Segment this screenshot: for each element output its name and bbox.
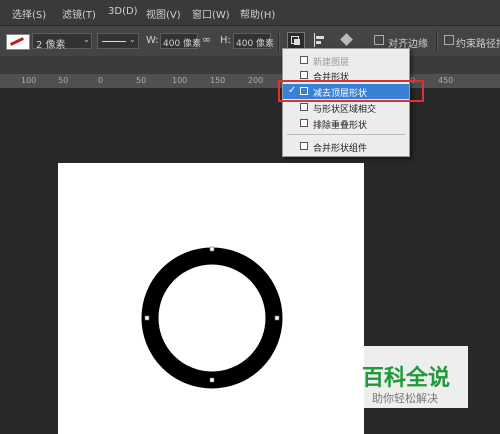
ring-shape	[141, 246, 283, 389]
anchor-point[interactable]	[209, 377, 215, 383]
width-label: W:	[146, 35, 159, 46]
ruler-tick: 100	[21, 76, 37, 85]
divider	[436, 30, 438, 52]
merge-components-icon	[300, 142, 308, 150]
highlight-box	[278, 80, 424, 102]
chevron-down-icon: ⌄	[83, 35, 90, 44]
height-label: H:	[220, 35, 231, 46]
menu-item-label: 新建图层	[313, 58, 350, 68]
watermark: 百科全说 助你轻松解决	[348, 346, 468, 408]
menu-filter[interactable]: 滤镜(T)	[62, 6, 96, 21]
options-bar: 2 像素 ⌄ ⌄ W: 400 像素 ∞ H: 400 像素 对齐边缘 约束路径…	[0, 25, 500, 57]
width-value: 400 像素	[163, 39, 202, 49]
ruler-tick: 50	[58, 76, 69, 85]
menu-item-intersect-shapes[interactable]: 与形状区域相交	[283, 100, 409, 115]
stroke-type-select[interactable]: ⌄	[97, 33, 139, 49]
menu-item-new-layer[interactable]: 新建图层	[283, 53, 409, 68]
line-style-icon	[102, 41, 126, 42]
align-icon	[314, 33, 315, 47]
document-canvas[interactable]	[58, 163, 364, 434]
menu-item-label: 与形状区域相交	[313, 105, 377, 115]
anchor-point[interactable]	[209, 246, 215, 252]
constrain-path-checkbox[interactable]	[444, 35, 454, 45]
constrain-path-label: 约束路径拖	[456, 39, 500, 50]
menu-view[interactable]: 视图(V)	[146, 6, 181, 21]
path-ops-icon-fill	[294, 39, 300, 45]
watermark-subtitle: 助你轻松解决	[372, 392, 438, 405]
divider	[278, 30, 280, 52]
ruler-tick: 0	[98, 76, 104, 85]
height-field[interactable]: 400 像素	[233, 33, 275, 49]
path-alignment-button[interactable]	[312, 33, 328, 47]
chevron-down-icon: ⌄	[129, 35, 136, 44]
menu-item-label: 合并形状组件	[313, 144, 368, 154]
menu-select[interactable]: 选择(S)	[12, 6, 46, 21]
menu-window[interactable]: 窗口(W)	[192, 6, 230, 21]
align-bar-icon	[316, 36, 324, 39]
align-edges-checkbox[interactable]	[374, 35, 384, 45]
menu-3d[interactable]: 3D(D)	[108, 6, 138, 17]
stroke-slash-icon	[10, 37, 24, 46]
stroke-size-field[interactable]: 2 像素 ⌄	[32, 33, 92, 51]
intersect-shapes-icon	[300, 103, 308, 111]
menu-separator	[287, 134, 405, 135]
ruler-tick: 200	[248, 76, 264, 85]
anchor-point[interactable]	[144, 315, 150, 321]
menu-item-exclude-overlap[interactable]: 排除重叠形状	[283, 116, 409, 131]
menu-item-label: 排除重叠形状	[313, 121, 368, 131]
width-field[interactable]: 400 像素	[160, 33, 202, 49]
combine-shapes-icon	[300, 71, 308, 79]
anchor-point[interactable]	[274, 315, 280, 321]
path-arrangement-button[interactable]	[340, 32, 354, 48]
menu-bar: 选择(S) 滤镜(T) 3D(D) 视图(V) 窗口(W) 帮助(H)	[0, 0, 500, 25]
menu-help[interactable]: 帮助(H)	[240, 6, 275, 21]
menu-item-merge-components[interactable]: 合并形状组件	[283, 139, 409, 154]
ring-circle	[141, 247, 283, 389]
path-operations-menu: 新建图层 合并形状 ✓ 减去顶层形状 与形状区域相交 排除重叠形状 合并形状组件	[282, 48, 410, 157]
exclude-overlap-icon	[300, 119, 308, 127]
ruler-tick: 450	[438, 76, 454, 85]
height-value: 400 像素	[236, 39, 275, 49]
document-tab-strip	[0, 56, 500, 75]
stroke-color-swatch[interactable]	[6, 34, 30, 50]
stroke-size-value: 2 像素	[36, 40, 66, 51]
ruler-tick: 100	[172, 76, 188, 85]
align-bar-icon	[316, 41, 321, 44]
horizontal-ruler: 100 50 0 50 100 150 200 250 300 350 400 …	[0, 74, 500, 89]
watermark-title: 百科全说	[362, 366, 451, 391]
ruler-tick: 50	[136, 76, 147, 85]
new-layer-icon	[300, 56, 308, 64]
link-icon[interactable]: ∞	[202, 33, 211, 46]
gear-icon	[340, 33, 353, 46]
ruler-tick: 150	[210, 76, 226, 85]
